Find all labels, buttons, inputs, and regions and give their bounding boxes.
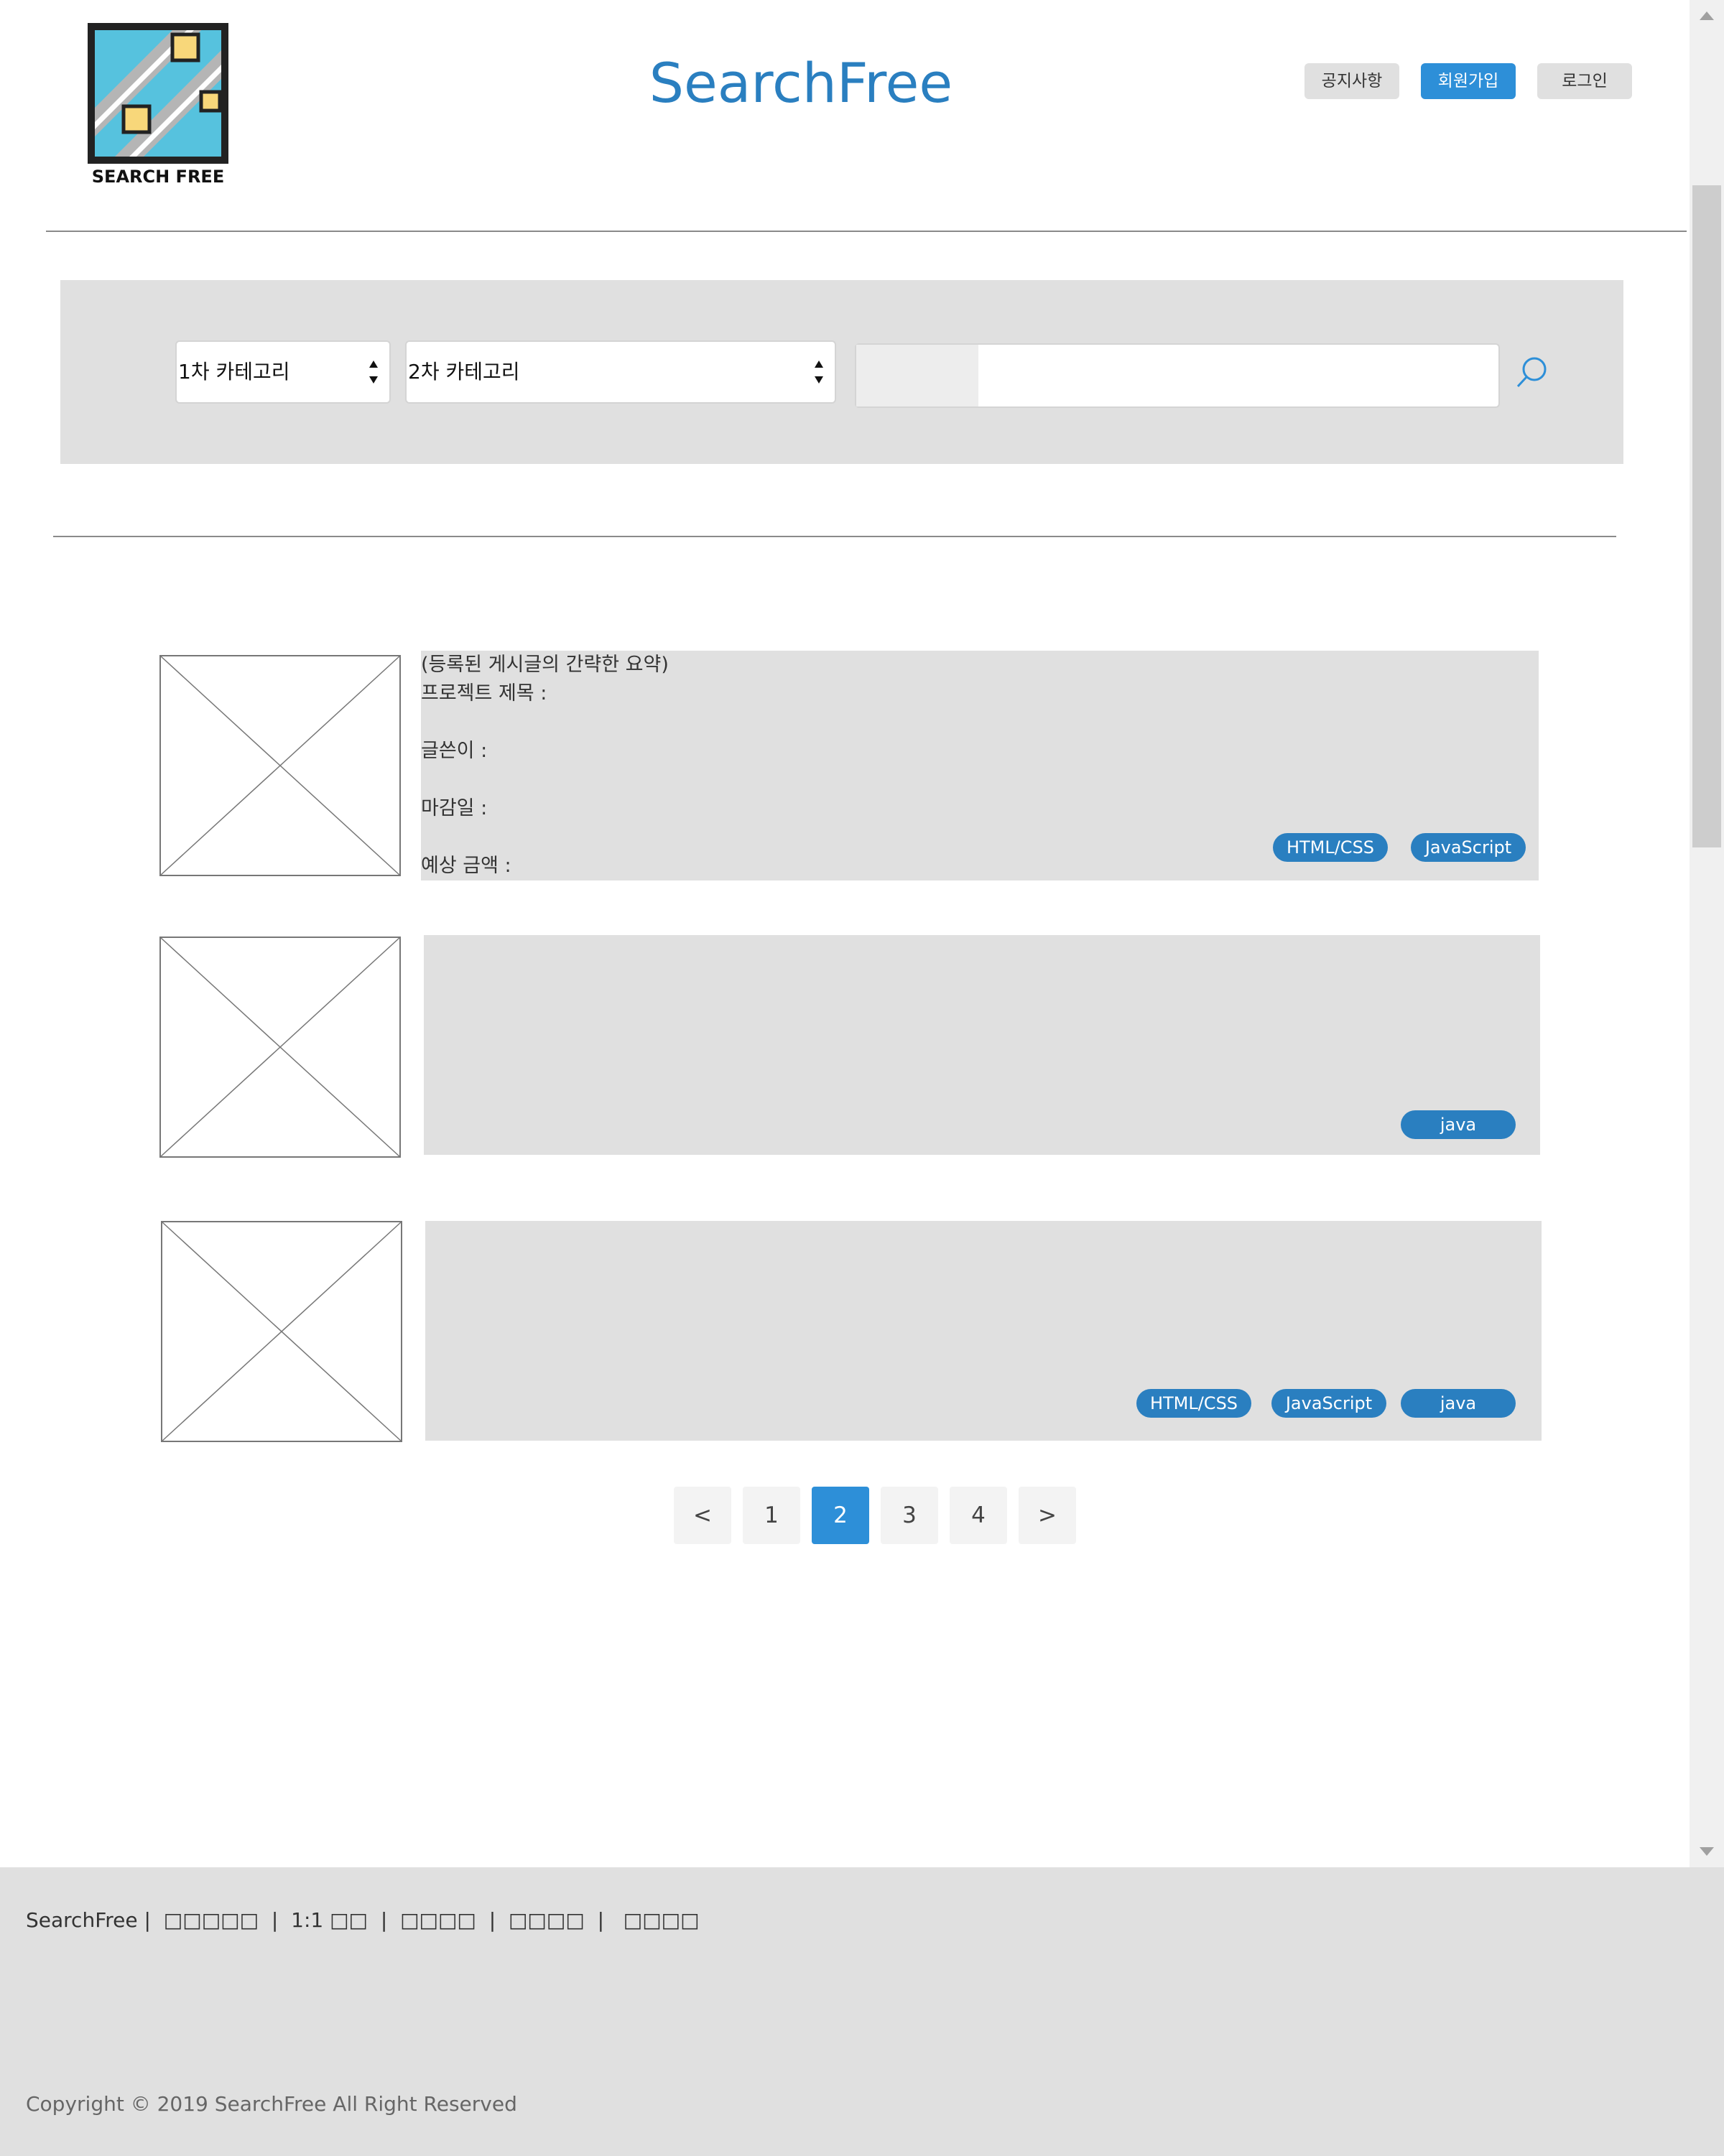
site-logo[interactable]: SEARCH FREE [86, 22, 233, 187]
category2-select[interactable]: 2차 카테고리 [405, 340, 836, 404]
search-input-prefix [856, 345, 978, 406]
logo-icon: SEARCH FREE [88, 23, 228, 187]
scrollbar-thumb[interactable] [1692, 185, 1721, 847]
tag-badge[interactable]: JavaScript [1271, 1389, 1386, 1418]
site-title[interactable]: SearchFree [646, 46, 955, 121]
pagination-page[interactable]: 1 [743, 1487, 800, 1544]
header-divider [46, 231, 1687, 232]
pagination-page[interactable]: 4 [950, 1487, 1007, 1544]
footer-separator: | [144, 1908, 151, 1932]
post-thumbnail-placeholder[interactable] [159, 937, 401, 1158]
footer-link[interactable]: 1:1 □□ [291, 1908, 368, 1932]
post-card[interactable]: (등록된 게시글의 간략한 요약) 프로젝트 제목 : 글쓴이 : 마감일 : … [421, 651, 1539, 880]
tag-badge[interactable]: JavaScript [1411, 833, 1526, 862]
pagination-page-current[interactable]: 2 [812, 1487, 869, 1544]
category1-select[interactable]: 1차 카테고리 [175, 340, 391, 404]
post-thumbnail-placeholder[interactable] [159, 655, 401, 876]
footer-separator: | [488, 1908, 496, 1932]
select-arrows-icon [369, 361, 378, 384]
copyright-text: Copyright © 2019 SearchFree All Right Re… [26, 2092, 517, 2116]
post-card[interactable]: HTML/CSS JavaScript java [425, 1221, 1542, 1441]
select-arrows-icon [815, 361, 823, 384]
pagination-prev[interactable]: < [674, 1487, 731, 1544]
footer-link[interactable]: □□□□ [624, 1908, 700, 1932]
post-summary: (등록된 게시글의 간략한 요약) 프로젝트 제목 : 글쓴이 : 마감일 : … [421, 654, 669, 877]
tag-badge[interactable]: java [1401, 1389, 1516, 1418]
category1-value: 1차 카테고리 [178, 360, 290, 384]
footer-link[interactable]: □□□□ [509, 1908, 585, 1932]
footer-link[interactable]: □□□□□ [164, 1908, 259, 1932]
footer-link[interactable]: □□□□ [400, 1908, 476, 1932]
footer-link-brand[interactable]: SearchFree [26, 1908, 138, 1932]
footer-separator: | [271, 1908, 279, 1932]
footer-separator: | [597, 1908, 605, 1932]
tag-badge[interactable]: HTML/CSS [1273, 833, 1388, 862]
tag-badge[interactable]: java [1401, 1110, 1516, 1139]
post-card[interactable]: java [424, 935, 1540, 1155]
login-button[interactable]: 로그인 [1537, 63, 1632, 99]
notice-button[interactable]: 공지사항 [1304, 63, 1399, 99]
post-thumbnail-placeholder[interactable] [161, 1221, 402, 1442]
search-divider [53, 536, 1616, 537]
pagination-page[interactable]: 3 [881, 1487, 938, 1544]
page: SEARCH FREE SearchFree 공지사항 회원가입 로그인 1차 … [0, 0, 1690, 1867]
footer-separator: | [380, 1908, 388, 1932]
tag-badge[interactable]: HTML/CSS [1136, 1389, 1251, 1418]
scroll-up-arrow-icon[interactable] [1697, 7, 1717, 24]
search-icon[interactable] [1516, 355, 1549, 391]
footer-links: SearchFree | □□□□□ | 1:1 □□ | □□□□ | □□□… [26, 1903, 700, 1938]
pagination-next[interactable]: > [1019, 1487, 1076, 1544]
logo-text: SEARCH FREE [92, 167, 224, 185]
category2-value: 2차 카테고리 [408, 360, 520, 384]
signup-button[interactable]: 회원가입 [1421, 63, 1516, 99]
scroll-down-arrow-icon[interactable] [1697, 1843, 1717, 1860]
